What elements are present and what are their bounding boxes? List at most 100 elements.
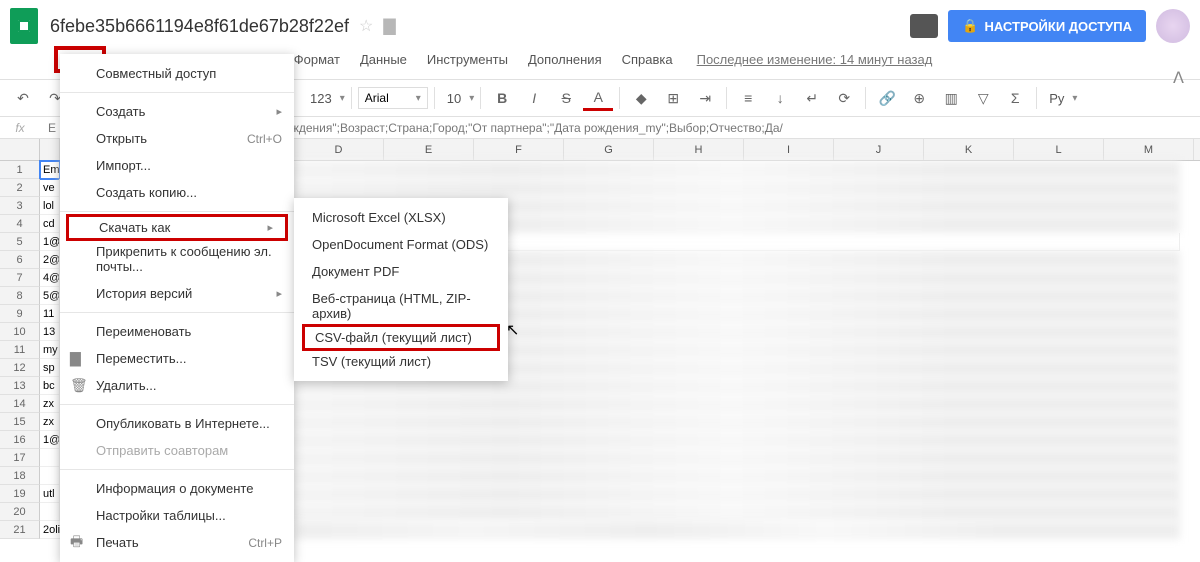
menu-spreadsheet-settings[interactable]: Настройки таблицы... bbox=[60, 502, 294, 529]
cell[interactable]: sp bbox=[40, 359, 60, 377]
row-number[interactable]: 2 bbox=[0, 179, 40, 197]
comments-icon[interactable] bbox=[910, 14, 938, 38]
borders-icon[interactable]: ⊞ bbox=[658, 85, 688, 111]
row-number[interactable]: 18 bbox=[0, 467, 40, 485]
cell[interactable] bbox=[294, 521, 1180, 539]
halign-icon[interactable]: ≡ bbox=[733, 85, 763, 111]
menu-rename[interactable]: Переименовать bbox=[60, 318, 294, 345]
avatar[interactable] bbox=[1156, 9, 1190, 43]
menu-open[interactable]: ОткрытьCtrl+O bbox=[60, 125, 294, 152]
menu-download-as[interactable]: Скачать как bbox=[66, 214, 288, 241]
row-number[interactable]: 11 bbox=[0, 341, 40, 359]
menu-help[interactable]: Справка bbox=[614, 48, 681, 71]
menu-new[interactable]: Создать bbox=[60, 98, 294, 125]
row-number[interactable]: 13 bbox=[0, 377, 40, 395]
row-number[interactable]: 14 bbox=[0, 395, 40, 413]
strike-icon[interactable]: S bbox=[551, 85, 581, 111]
col-K[interactable]: K bbox=[924, 139, 1014, 160]
cell[interactable]: cd bbox=[40, 215, 60, 233]
menu-delete[interactable]: 🗑Удалить... bbox=[60, 372, 294, 399]
menu-tools[interactable]: Инструменты bbox=[419, 48, 516, 71]
folder-icon[interactable]: ▇ bbox=[383, 16, 395, 36]
cell[interactable] bbox=[40, 467, 60, 485]
row-number[interactable]: 1 bbox=[0, 161, 40, 179]
bold-icon[interactable]: B bbox=[487, 85, 517, 111]
menu-data[interactable]: Данные bbox=[352, 48, 415, 71]
expand-toolbar-icon[interactable]: ᐱ bbox=[1173, 68, 1184, 88]
italic-icon[interactable]: I bbox=[519, 85, 549, 111]
row-number[interactable]: 15 bbox=[0, 413, 40, 431]
undo-icon[interactable]: ↶ bbox=[8, 85, 38, 111]
col-D[interactable]: D bbox=[294, 139, 384, 160]
row-number[interactable]: 21 bbox=[0, 521, 40, 539]
submenu-ods[interactable]: OpenDocument Format (ODS) bbox=[294, 231, 508, 258]
cell[interactable]: 1@ bbox=[40, 431, 60, 449]
font-family[interactable]: Arial▾ bbox=[358, 87, 428, 109]
cell[interactable]: 1@ bbox=[40, 233, 60, 251]
cell[interactable]: 4@ bbox=[40, 269, 60, 287]
star-icon[interactable]: ☆ bbox=[359, 16, 373, 36]
menu-print[interactable]: 🖶ПечатьCtrl+P bbox=[60, 529, 294, 556]
menu-addons[interactable]: Дополнения bbox=[520, 48, 610, 71]
row-number[interactable]: 5 bbox=[0, 233, 40, 251]
menu-share[interactable]: Совместный доступ bbox=[60, 60, 294, 87]
row-number[interactable]: 3 bbox=[0, 197, 40, 215]
row-number[interactable]: 10 bbox=[0, 323, 40, 341]
submenu-pdf[interactable]: Документ PDF bbox=[294, 258, 508, 285]
rotate-icon[interactable]: ⟳ bbox=[829, 85, 859, 111]
cell[interactable]: bc bbox=[40, 377, 60, 395]
col-M[interactable]: M bbox=[1104, 139, 1194, 160]
link-icon[interactable]: 🔗 bbox=[872, 85, 902, 111]
cell[interactable]: 2@ bbox=[40, 251, 60, 269]
menu-format[interactable]: Формат bbox=[286, 48, 348, 71]
cell[interactable] bbox=[40, 503, 60, 521]
text-color-icon[interactable]: A bbox=[583, 85, 613, 111]
filter-icon[interactable]: ▽ bbox=[968, 85, 998, 111]
submenu-csv[interactable]: CSV-файл (текущий лист) bbox=[302, 324, 500, 351]
cell[interactable]: utl bbox=[40, 485, 60, 503]
row-number[interactable]: 9 bbox=[0, 305, 40, 323]
menu-publish[interactable]: Опубликовать в Интернете... bbox=[60, 410, 294, 437]
input-lang[interactable]: Ру bbox=[1043, 91, 1070, 106]
col-H[interactable]: H bbox=[654, 139, 744, 160]
cell[interactable]: Em bbox=[40, 161, 60, 179]
valign-icon[interactable]: ↓ bbox=[765, 85, 795, 111]
row-number[interactable]: 20 bbox=[0, 503, 40, 521]
cell[interactable]: 5@ bbox=[40, 287, 60, 305]
cell[interactable]: ve bbox=[40, 179, 60, 197]
submenu-tsv[interactable]: TSV (текущий лист) bbox=[294, 348, 508, 375]
row-number[interactable]: 7 bbox=[0, 269, 40, 287]
row-number[interactable]: 16 bbox=[0, 431, 40, 449]
cell[interactable]: zx bbox=[40, 395, 60, 413]
menu-move[interactable]: ▇Переместить... bbox=[60, 345, 294, 372]
row-number[interactable]: 6 bbox=[0, 251, 40, 269]
merge-icon[interactable]: ⇥ bbox=[690, 85, 720, 111]
cell[interactable]: 13 bbox=[40, 323, 60, 341]
menu-make-copy[interactable]: Создать копию... bbox=[60, 179, 294, 206]
row-number[interactable]: 17 bbox=[0, 449, 40, 467]
number-format[interactable]: 123 bbox=[304, 91, 338, 106]
menu-email-attach[interactable]: Прикрепить к сообщению эл. почты... bbox=[60, 238, 294, 280]
cell[interactable]: zx bbox=[40, 413, 60, 431]
col-E[interactable]: E bbox=[384, 139, 474, 160]
menu-import[interactable]: Импорт... bbox=[60, 152, 294, 179]
last-edit[interactable]: Последнее изменение: 14 минут назад bbox=[697, 52, 933, 67]
functions-icon[interactable]: Σ bbox=[1000, 85, 1030, 111]
menu-doc-info[interactable]: Информация о документе bbox=[60, 475, 294, 502]
doc-title[interactable]: 6febe35b6661194e8f61de67b28f22ef bbox=[50, 16, 349, 37]
cell[interactable]: lol bbox=[40, 197, 60, 215]
cell[interactable]: 11 bbox=[40, 305, 60, 323]
menu-version-history[interactable]: История версий bbox=[60, 280, 294, 307]
cell[interactable] bbox=[40, 449, 60, 467]
submenu-xlsx[interactable]: Microsoft Excel (XLSX) bbox=[294, 204, 508, 231]
comment-icon[interactable]: ⊕ bbox=[904, 85, 934, 111]
chart-icon[interactable]: ▥ bbox=[936, 85, 966, 111]
col-I[interactable]: I bbox=[744, 139, 834, 160]
share-button[interactable]: 🔒 НАСТРОЙКИ ДОСТУПА bbox=[948, 10, 1146, 42]
col-G[interactable]: G bbox=[564, 139, 654, 160]
col-L[interactable]: L bbox=[1014, 139, 1104, 160]
row-number[interactable]: 19 bbox=[0, 485, 40, 503]
fill-color-icon[interactable]: ◆ bbox=[626, 85, 656, 111]
col-J[interactable]: J bbox=[834, 139, 924, 160]
wrap-icon[interactable]: ↵ bbox=[797, 85, 827, 111]
